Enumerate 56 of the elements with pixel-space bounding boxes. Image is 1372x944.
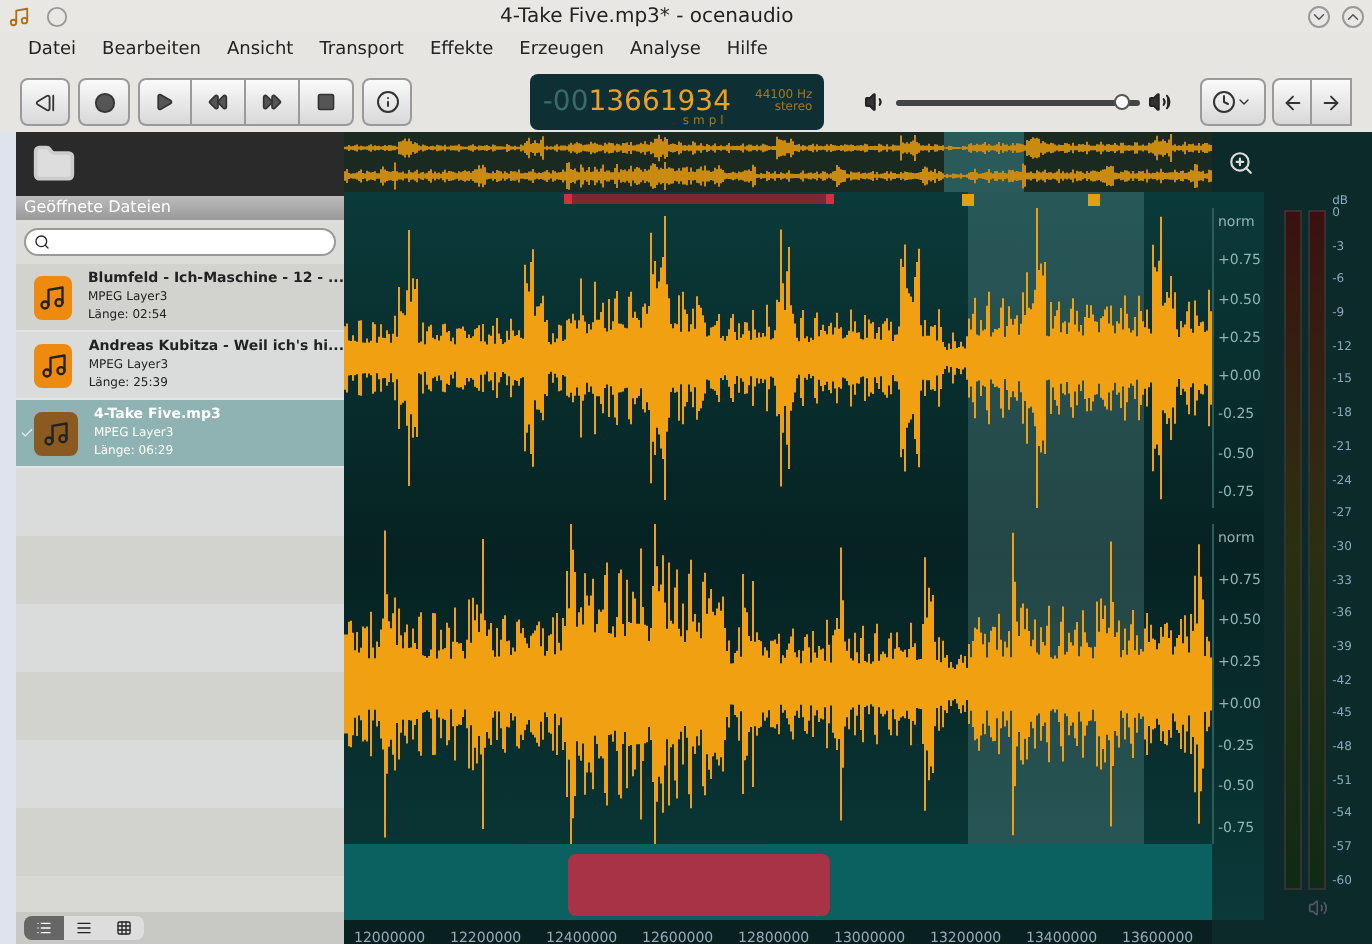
minimize-icon[interactable] (1308, 5, 1330, 27)
clock-icon (1212, 90, 1237, 114)
grid-icon (116, 920, 132, 936)
marker-flag[interactable] (962, 194, 974, 206)
volume-low-icon (864, 90, 888, 114)
panel-toggle-button[interactable] (20, 78, 71, 126)
audio-file-icon (34, 275, 72, 319)
panel-title: Geöffnete Dateien (24, 196, 171, 220)
app-icon (8, 5, 30, 27)
info-icon (375, 90, 400, 114)
rewind-icon (207, 92, 228, 112)
panel-icon (34, 91, 57, 113)
menu-item[interactable]: Analyse (629, 38, 701, 66)
counter-prefix: -00 (542, 88, 589, 116)
volume-high-icon (1148, 90, 1172, 114)
list-icon (36, 920, 52, 936)
audio-file-icon (34, 411, 78, 455)
volume-slider[interactable] (895, 99, 1141, 105)
menu-item[interactable]: Effekte (429, 38, 494, 66)
rows-icon (76, 920, 92, 936)
selection-range-marker[interactable] (564, 194, 834, 204)
menu-item[interactable]: Erzeugen (519, 38, 604, 66)
menu-item[interactable]: Bearbeiten (102, 38, 201, 66)
menu-item[interactable]: Transport (319, 38, 404, 66)
back-button[interactable] (1272, 78, 1313, 126)
caret-icon (1236, 94, 1253, 110)
search-icon (34, 234, 50, 250)
check-icon (20, 426, 34, 440)
fast-forward-button[interactable] (245, 78, 300, 126)
clock-dropdown[interactable] (1199, 78, 1267, 126)
menu-item[interactable]: Datei (28, 38, 77, 66)
compact-view-button[interactable] (64, 916, 104, 940)
list-view-button[interactable] (24, 916, 64, 940)
menu-item[interactable]: Ansicht (226, 38, 294, 66)
forward-button[interactable] (1312, 78, 1353, 126)
maximize-icon[interactable] (1342, 5, 1364, 27)
search-field[interactable] (24, 228, 336, 256)
arrow-left-icon (1281, 91, 1304, 113)
play-icon (154, 92, 175, 112)
marker-flag[interactable] (1088, 194, 1100, 206)
record-button[interactable] (78, 78, 130, 126)
counter-value: 13661934 (588, 88, 731, 116)
folder-icon[interactable] (32, 142, 76, 186)
fast-forward-icon (261, 92, 282, 112)
rewind-button[interactable] (191, 78, 246, 126)
window-title: 4-Take Five.mp3* - ocenaudio (500, 3, 794, 31)
grid-view-button[interactable] (104, 916, 144, 940)
info-button[interactable] (361, 78, 413, 126)
arrow-right-icon (1320, 91, 1343, 113)
menu-item[interactable]: Hilfe (726, 38, 768, 66)
record-icon (93, 91, 116, 113)
stop-button[interactable] (299, 78, 354, 126)
stop-icon (315, 92, 336, 112)
audio-file-icon (34, 343, 73, 387)
zoom-icon[interactable] (1228, 149, 1254, 175)
play-button[interactable] (137, 78, 192, 126)
